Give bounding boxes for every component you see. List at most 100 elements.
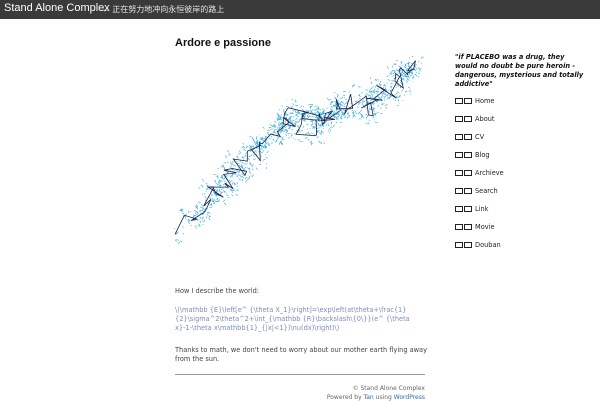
sidebar-item-douban[interactable]: Douban: [455, 241, 585, 259]
sidebar-link-about[interactable]: About: [475, 115, 495, 124]
sidebar-link-blog[interactable]: Blog: [475, 151, 490, 160]
search-icon: [464, 188, 472, 194]
sidebar-item-movie[interactable]: Movie: [455, 223, 585, 241]
link-icon: [464, 206, 472, 212]
scatter-mark: [285, 127, 287, 128]
site-title-link[interactable]: Stand Alone Complex: [4, 2, 110, 14]
scatter-mark: [185, 219, 186, 220]
scatter-mark: [188, 222, 190, 224]
scatter-mark: [218, 183, 220, 185]
scatter-mark: [253, 164, 254, 165]
scatter-mark: [224, 181, 225, 182]
scatter-mark: [336, 122, 337, 124]
post-formula: \(\mathbb {E}\left[e^ {\theta X_1}\right…: [175, 306, 427, 333]
sidebar-link-home[interactable]: Home: [475, 97, 494, 106]
search-icon: [455, 188, 463, 194]
scatter-mark: [182, 213, 184, 214]
scatter-mark: [263, 151, 264, 152]
scatter-mark: [317, 137, 319, 138]
scatter-mark: [305, 133, 307, 135]
scatter-mark: [193, 215, 194, 216]
cv-icon: [455, 134, 463, 140]
scatter-mark: [388, 79, 390, 81]
scatter-mark: [293, 103, 294, 105]
scatter-mark: [291, 106, 293, 108]
sidebar-item-blog[interactable]: Blog: [455, 151, 585, 169]
scatter-mark: [410, 89, 411, 90]
scatter-mark: [203, 220, 205, 222]
sidebar-link-search[interactable]: Search: [475, 187, 498, 196]
footer: © Stand Alone Complex Powered by Tan usi…: [327, 384, 425, 402]
sidebar-link-link[interactable]: Link: [475, 205, 489, 214]
scatter-mark: [311, 133, 313, 134]
scatter-mark: [416, 64, 417, 65]
sidebar-link-archieve[interactable]: Archieve: [475, 169, 504, 178]
scatter-mark: [219, 191, 221, 192]
scatter-mark: [189, 211, 190, 213]
scatter-mark: [279, 137, 280, 138]
scatter-mark: [371, 94, 373, 96]
sidebar-link-cv[interactable]: CV: [475, 133, 484, 142]
scatter-mark: [357, 107, 359, 108]
scatter-mark: [224, 203, 226, 205]
post-title[interactable]: Ardore e passione: [175, 37, 271, 49]
scatter-mark: [288, 133, 290, 134]
scatter-mark: [243, 143, 244, 145]
sidebar-item-cv[interactable]: CV: [455, 133, 585, 151]
scatter-mark: [321, 132, 322, 134]
scatter-mark: [415, 74, 417, 76]
scatter-mark: [278, 122, 279, 125]
scatter-mark: [243, 146, 245, 148]
scatter-mark: [254, 141, 255, 142]
scatter-mark: [232, 191, 233, 192]
blog-icon: [464, 152, 472, 158]
scatter-mark: [248, 158, 250, 160]
sidebar-item-home[interactable]: Home: [455, 97, 585, 115]
scatter-mark: [308, 110, 309, 111]
scatter-mark: [236, 176, 237, 177]
scatter-mark: [349, 91, 351, 92]
scatter-mark: [239, 151, 240, 153]
sidebar-item-archieve[interactable]: Archieve: [455, 169, 585, 187]
scatter-mark: [301, 114, 303, 115]
scatter-mark: [284, 110, 285, 112]
scatter-mark: [369, 106, 370, 107]
scatter-mark: [342, 105, 343, 106]
scatter-mark: [389, 90, 390, 91]
scatter-mark: [198, 225, 200, 226]
scatter-mark: [382, 103, 383, 105]
scatter-mark: [337, 94, 338, 95]
scatter-mark: [297, 121, 299, 123]
scatter-mark: [355, 112, 357, 114]
home-icon: [455, 98, 463, 104]
scatter-mark: [263, 161, 264, 162]
scatter-mark: [253, 155, 254, 156]
scatter-mark: [267, 151, 269, 153]
sidebar-link-douban[interactable]: Douban: [475, 241, 501, 250]
scatter-mark: [363, 117, 364, 118]
sidebar-item-link[interactable]: Link: [455, 205, 585, 223]
sidebar-nav: Home About CV Blog Archieve Search Link …: [455, 97, 585, 259]
scatter-mark: [312, 124, 313, 125]
sidebar-link-movie[interactable]: Movie: [475, 223, 495, 232]
scatter-mark: [358, 87, 361, 88]
scatter-mark: [337, 110, 338, 112]
scatter-mark: [377, 94, 378, 95]
scatter-mark: [289, 127, 290, 128]
sidebar-quote: "if PLACEBO was a drug, they would no do…: [455, 53, 585, 89]
sidebar-item-search[interactable]: Search: [455, 187, 585, 205]
scatter-mark: [232, 175, 233, 177]
scatter-mark: [367, 94, 369, 96]
scatter-mark: [258, 148, 259, 149]
sidebar-item-about[interactable]: About: [455, 115, 585, 133]
scatter-mark: [369, 120, 371, 121]
scatter-mark: [361, 110, 362, 112]
scatter-mark: [174, 228, 175, 229]
scatter-mark: [418, 73, 420, 74]
scatter-mark: [207, 214, 208, 215]
scatter-mark: [378, 79, 379, 80]
scatter-mark: [333, 125, 335, 127]
scatter-mark: [416, 68, 418, 70]
scatter-mark: [418, 76, 419, 77]
scatter-mark: [374, 98, 375, 99]
